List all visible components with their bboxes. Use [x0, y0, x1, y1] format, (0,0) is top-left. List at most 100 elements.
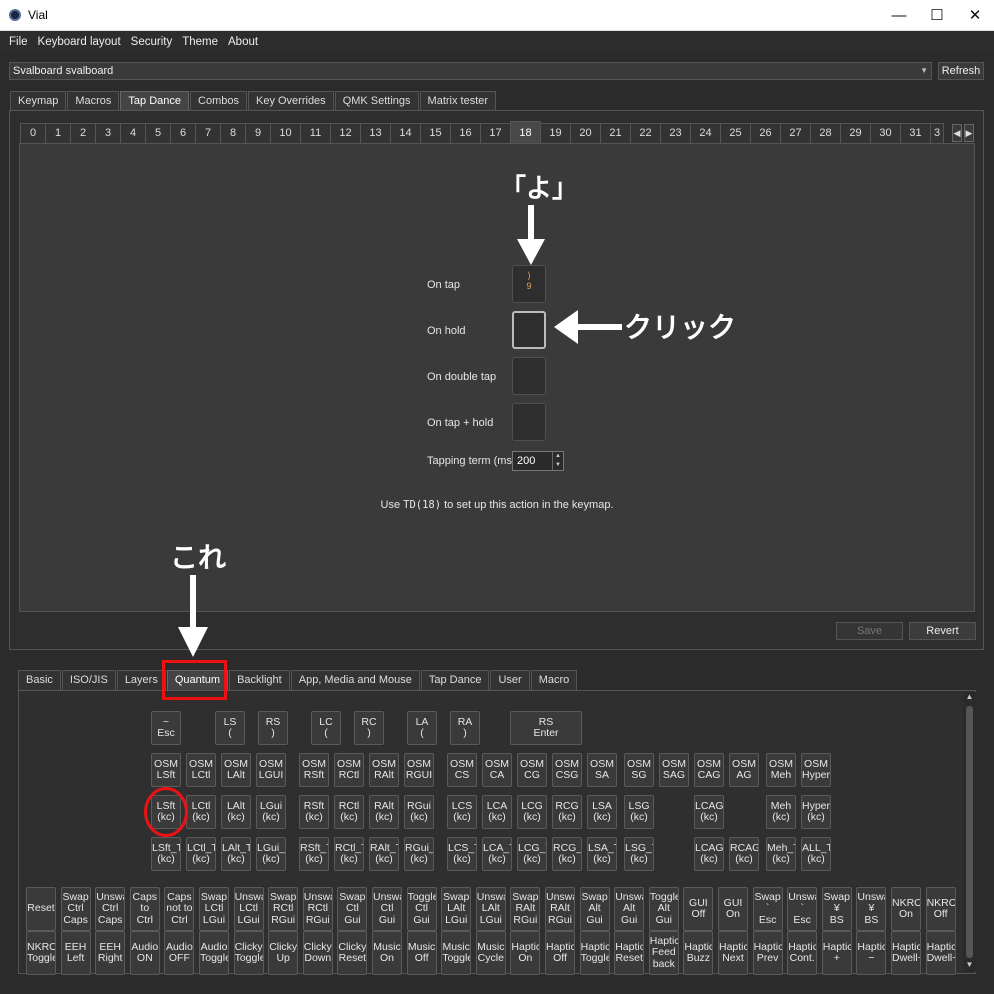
revert-button[interactable]: Revert — [909, 622, 976, 640]
quantum-key[interactable]: Unswap`Esc — [787, 887, 818, 931]
quantum-key[interactable]: Haptic Buzz — [683, 931, 714, 975]
tab-macros[interactable]: Macros — [67, 91, 120, 111]
quantum-key[interactable]: OSM RGUI — [404, 753, 434, 787]
quantum-key[interactable]: Haptic Feed back — [648, 931, 679, 975]
quantum-key[interactable]: LCA (kc) — [482, 795, 512, 829]
quantum-key[interactable]: Swap LCtl LGui — [199, 887, 229, 931]
quantum-key[interactable]: Clicky Down — [302, 931, 333, 975]
quantum-key[interactable]: Haptic Reset — [614, 931, 645, 975]
quantum-key[interactable]: LCAG_T(kc) — [694, 837, 724, 871]
quantum-key[interactable]: GUI Off — [683, 887, 714, 931]
td-tab-3[interactable]: 3 — [95, 123, 121, 143]
quantum-key[interactable]: LCG_T(kc) — [517, 837, 547, 871]
quantum-key[interactable]: Haptic Dwell+ — [891, 931, 921, 975]
menu-security[interactable]: Security — [126, 36, 178, 48]
quantum-key[interactable]: OSM SA — [587, 753, 617, 787]
quantum-key[interactable]: Swap RAlt RGui — [510, 887, 541, 931]
quantum-key[interactable]: GUI On — [718, 887, 748, 931]
quantum-key[interactable]: RA) — [450, 711, 480, 745]
tab-layers[interactable]: Layers — [116, 670, 166, 690]
quantum-key[interactable]: UnswapRAltRGui — [545, 887, 575, 931]
quantum-key[interactable]: Haptic + — [821, 931, 852, 975]
td-tab-23[interactable]: 23 — [660, 123, 691, 143]
td-tab-3[interactable]: 3 — [930, 123, 944, 143]
quantum-key[interactable]: LCAG (kc) — [694, 795, 724, 829]
quantum-key[interactable]: RAlt_T (kc) — [369, 837, 399, 871]
quantum-key[interactable]: Haptic Dwell− — [925, 931, 956, 975]
quantum-key[interactable]: LGui (kc) — [256, 795, 286, 829]
scroll-down-icon[interactable]: ▼ — [963, 960, 976, 972]
quantum-key[interactable]: UnswapCtlGui — [372, 887, 402, 931]
quantum-key[interactable]: EEH Left — [60, 931, 91, 975]
quantum-key[interactable]: RGui_T(kc) — [404, 837, 434, 871]
quantum-key[interactable]: LCG (kc) — [517, 795, 547, 829]
quantum-key[interactable]: OSM Meh — [766, 753, 796, 787]
quantum-key[interactable]: Caps to Ctrl — [129, 887, 160, 931]
quantum-key[interactable]: Toggle Ctl Gui — [406, 887, 437, 931]
tab-tap-dance[interactable]: Tap Dance — [120, 91, 190, 111]
on-tap-hold-key[interactable] — [512, 403, 546, 441]
device-select[interactable]: Svalboard svalboard ▼ — [9, 62, 932, 80]
quantum-key[interactable]: Music Toggle — [441, 931, 472, 975]
quantum-key[interactable]: RGui (kc) — [404, 795, 434, 829]
scroll-thumb[interactable] — [966, 706, 973, 958]
quantum-key[interactable]: UnswapLCtlLGui — [233, 887, 264, 931]
on-tap-key[interactable]: ) 9 — [512, 265, 546, 303]
quantum-key[interactable]: LCA_T(kc) — [482, 837, 512, 871]
quantum-key[interactable]: LSA (kc) — [587, 795, 617, 829]
td-tab-27[interactable]: 27 — [780, 123, 811, 143]
save-button[interactable]: Save — [836, 622, 903, 640]
quantum-key[interactable]: Swap Ctl Gui — [337, 887, 368, 931]
td-tab-26[interactable]: 26 — [750, 123, 781, 143]
minimize-icon[interactable]: — — [880, 0, 918, 31]
quantum-key[interactable]: Audio OFF — [164, 931, 195, 975]
close-icon[interactable]: ✕ — [956, 0, 994, 31]
quantum-key[interactable]: Haptic Cont. — [787, 931, 818, 975]
quantum-key[interactable]: LGui_T(kc) — [256, 837, 286, 871]
quantum-key[interactable]: Audio Toggle — [199, 931, 229, 975]
quantum-key[interactable]: RCAG_T(kc) — [729, 837, 759, 871]
quantum-key[interactable]: Clicky Toggle — [233, 931, 264, 975]
quantum-key[interactable]: LA( — [407, 711, 437, 745]
td-tab-25[interactable]: 25 — [720, 123, 751, 143]
menu-theme[interactable]: Theme — [177, 36, 223, 48]
quantum-key[interactable]: Haptic Off — [545, 931, 575, 975]
quantum-key[interactable]: NKRO On — [891, 887, 921, 931]
td-tab-28[interactable]: 28 — [810, 123, 841, 143]
quantum-key[interactable]: Swap RCtl RGui — [268, 887, 299, 931]
quantum-key[interactable]: Meh (kc) — [766, 795, 796, 829]
quantum-key[interactable]: LAlt_T (kc) — [221, 837, 251, 871]
tab-user[interactable]: User — [490, 670, 530, 690]
td-tab-4[interactable]: 4 — [120, 123, 146, 143]
td-tab-8[interactable]: 8 — [220, 123, 246, 143]
quantum-key[interactable]: Music On — [372, 931, 402, 975]
quantum-key[interactable]: UnswapAltGui — [614, 887, 645, 931]
td-tab-29[interactable]: 29 — [840, 123, 871, 143]
tab-app-media-mouse[interactable]: App, Media and Mouse — [290, 670, 420, 690]
tab-macro[interactable]: Macro — [530, 670, 578, 690]
quantum-key[interactable]: OSM RSft — [299, 753, 329, 787]
quantum-key[interactable]: NKRO Toggle — [26, 931, 56, 975]
quantum-key[interactable]: Swap Alt Gui — [579, 887, 610, 931]
td-tab-0[interactable]: 0 — [20, 123, 46, 143]
tab-qmk-settings[interactable]: QMK Settings — [334, 91, 419, 111]
tapping-term-input[interactable]: 200 ▲ ▼ — [512, 451, 564, 471]
quantum-key[interactable]: OSM RAlt — [369, 753, 399, 787]
quantum-key[interactable]: Haptic − — [856, 931, 887, 975]
quantum-key[interactable]: RS Enter — [510, 711, 582, 745]
td-tab-22[interactable]: 22 — [630, 123, 661, 143]
td-tab-1[interactable]: 1 — [45, 123, 71, 143]
td-tab-12[interactable]: 12 — [330, 123, 361, 143]
quantum-key[interactable]: NKRO Off — [925, 887, 956, 931]
quantum-key[interactable]: Haptic Toggle — [579, 931, 610, 975]
quantum-key[interactable]: Hyper (kc) — [801, 795, 831, 829]
td-tab-10[interactable]: 10 — [270, 123, 301, 143]
quantum-key[interactable]: Music Off — [406, 931, 437, 975]
td-tab-31[interactable]: 31 — [900, 123, 931, 143]
tab-combos[interactable]: Combos — [190, 91, 247, 111]
quantum-key[interactable]: OSM AG — [729, 753, 759, 787]
td-tab-13[interactable]: 13 — [360, 123, 391, 143]
quantum-key[interactable]: RCG_T(kc) — [552, 837, 582, 871]
tab-tap-dance-keys[interactable]: Tap Dance — [420, 670, 490, 690]
td-tab-6[interactable]: 6 — [170, 123, 196, 143]
